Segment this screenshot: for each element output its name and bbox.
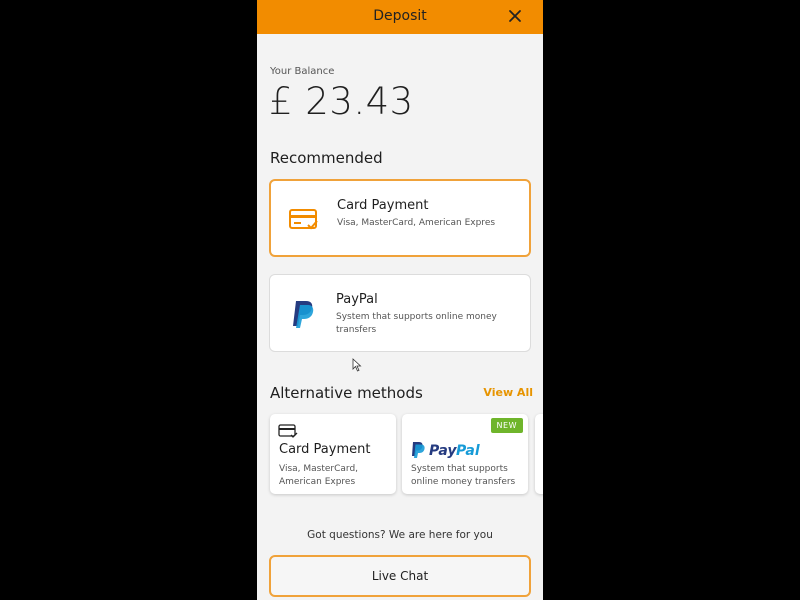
option-title: PayPal — [336, 292, 378, 307]
live-chat-button[interactable]: Live Chat — [269, 555, 531, 597]
option-description: Visa, MasterCard, American Expres — [337, 218, 496, 228]
balance-amount: £ 23.43 — [269, 80, 414, 123]
close-button[interactable] — [505, 6, 525, 26]
paypal-icon — [293, 301, 314, 328]
alternative-methods-title: Alternative methods — [270, 384, 423, 402]
view-all-link[interactable]: View All — [483, 386, 533, 399]
recommended-title: Recommended — [270, 149, 383, 167]
option-description: System that supports online money transf… — [336, 312, 497, 335]
alt-option-description: System that supports online money transf… — [411, 464, 516, 487]
new-badge: NEW — [490, 418, 523, 433]
header-bar: Deposit — [257, 0, 543, 34]
balance-label: Your Balance — [270, 66, 335, 77]
option-title: Card Payment — [337, 198, 429, 213]
alt-paypal[interactable]: NEW Pay Pal System that supports online … — [402, 414, 528, 494]
alt-next-card[interactable] — [535, 414, 543, 494]
mouse-cursor-icon — [352, 358, 362, 372]
svg-text:Pal: Pal — [456, 443, 480, 459]
alt-card-payment[interactable]: Card Payment Visa, MasterCard, American … — [270, 414, 396, 494]
svg-text:Pay: Pay — [429, 443, 457, 459]
alt-option-description: Visa, MasterCard, American Expres — [279, 464, 359, 487]
deposit-screen: Deposit Your Balance £ 23.43 Recommended… — [257, 0, 543, 600]
help-text: Got questions? We are here for you — [307, 529, 493, 541]
paypal-logo: Pay Pal — [412, 442, 480, 459]
page-title: Deposit — [373, 8, 427, 24]
paypal-option[interactable]: PayPal System that supports online money… — [269, 274, 531, 352]
card-icon — [278, 424, 298, 438]
alt-option-title: Card Payment — [279, 442, 371, 457]
card-payment-option[interactable]: Card Payment Visa, MasterCard, American … — [269, 179, 531, 257]
close-icon — [509, 10, 521, 22]
card-icon — [289, 209, 318, 230]
